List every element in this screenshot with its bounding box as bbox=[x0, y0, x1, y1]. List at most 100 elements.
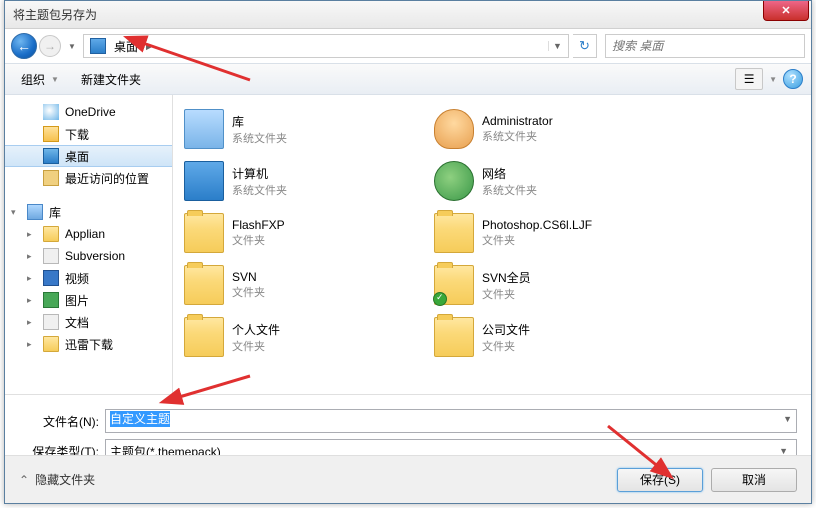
sidebar-item-desk[interactable]: 桌面 bbox=[5, 145, 172, 167]
expand-icon[interactable]: ▸ bbox=[27, 339, 32, 350]
file-item[interactable]: 库系统文件夹 bbox=[177, 103, 427, 155]
view-mode-button[interactable]: ☰ bbox=[735, 68, 763, 90]
nav-row: ← → ▼ 桌面 ▶ ▼ ↻ bbox=[5, 29, 811, 63]
file-subtitle: 文件夹 bbox=[482, 338, 530, 354]
history-dropdown-icon[interactable]: ▼ bbox=[65, 35, 79, 57]
lib-icon bbox=[184, 109, 224, 149]
file-item[interactable]: 网络系统文件夹 bbox=[427, 155, 677, 207]
body: OneDrive下载桌面最近访问的位置 ▾ 库 ▸Applian▸Subvers… bbox=[5, 95, 811, 395]
desk-icon bbox=[43, 148, 59, 164]
sidebar-item-label: OneDrive bbox=[65, 105, 116, 119]
filename-label: 文件名(N): bbox=[19, 413, 99, 430]
file-name: Administrator bbox=[482, 114, 553, 128]
sidebar-item-library[interactable]: ▸视频 bbox=[5, 267, 172, 289]
file-item[interactable]: 计算机系统文件夹 bbox=[177, 155, 427, 207]
filename-input[interactable]: 自定义主题 ▼ bbox=[105, 409, 797, 433]
refresh-button[interactable]: ↻ bbox=[573, 34, 597, 58]
file-item[interactable]: SVN全员文件夹 bbox=[427, 259, 677, 311]
file-list[interactable]: 库系统文件夹Administrator系统文件夹计算机系统文件夹网络系统文件夹F… bbox=[173, 95, 811, 394]
titlebar[interactable]: 将主题包另存为 bbox=[5, 1, 811, 29]
new-folder-button[interactable]: 新建文件夹 bbox=[73, 68, 149, 91]
chevron-right-icon[interactable]: ▶ bbox=[142, 41, 157, 52]
comp-icon bbox=[184, 161, 224, 201]
sidebar-item-label: 迅雷下载 bbox=[65, 336, 113, 353]
file-name: 公司文件 bbox=[482, 321, 530, 338]
sidebar-item-label: 图片 bbox=[65, 292, 89, 309]
sidebar-item-library[interactable]: ▸ 图片 bbox=[5, 289, 172, 311]
organize-button[interactable]: 组织 ▼ bbox=[13, 68, 69, 91]
chevron-down-icon[interactable]: ▼ bbox=[767, 75, 779, 84]
file-subtitle: 系统文件夹 bbox=[232, 182, 287, 198]
help-button[interactable]: ? bbox=[783, 69, 803, 89]
hide-folders-toggle[interactable]: ⌃ 隐藏文件夹 bbox=[19, 471, 95, 488]
save-dialog: 将主题包另存为 ← → ▼ 桌面 ▶ ▼ ↻ 组织 ▼ 新建文件夹 ☰ ▼ ? bbox=[4, 0, 812, 504]
file-subtitle: 文件夹 bbox=[482, 286, 531, 302]
chevron-down-icon[interactable]: ▼ bbox=[783, 414, 792, 424]
sidebar-item-cloud[interactable]: OneDrive bbox=[5, 101, 172, 123]
folder-icon bbox=[434, 317, 474, 357]
doc-icon bbox=[43, 248, 59, 264]
file-name: SVN全员 bbox=[482, 269, 531, 286]
file-name: 个人文件 bbox=[232, 321, 280, 338]
expand-icon[interactable]: ▸ bbox=[27, 317, 32, 328]
file-subtitle: 文件夹 bbox=[232, 284, 265, 300]
folder-icon bbox=[43, 226, 59, 242]
view-icon: ☰ bbox=[744, 72, 755, 86]
file-item[interactable]: FlashFXP文件夹 bbox=[177, 207, 427, 259]
breadcrumb-dropdown-icon[interactable]: ▼ bbox=[548, 41, 566, 51]
net-icon bbox=[434, 161, 474, 201]
user-icon bbox=[434, 109, 474, 149]
file-subtitle: 系统文件夹 bbox=[232, 130, 287, 146]
collapse-icon[interactable]: ▾ bbox=[11, 207, 16, 218]
cancel-button[interactable]: 取消 bbox=[711, 468, 797, 492]
file-subtitle: 文件夹 bbox=[232, 338, 280, 354]
close-button[interactable] bbox=[763, 1, 809, 21]
expand-icon[interactable]: ▸ bbox=[27, 295, 32, 306]
sidebar-item-label: Subversion bbox=[65, 249, 125, 263]
expand-icon[interactable]: ▸ bbox=[27, 273, 32, 284]
sidebar-item-label: 文档 bbox=[65, 314, 89, 331]
library-icon bbox=[27, 204, 43, 220]
sidebar-item-label: 库 bbox=[49, 204, 61, 221]
save-button[interactable]: 保存(S) bbox=[617, 468, 703, 492]
sidebar-item-library[interactable]: ▸Applian bbox=[5, 223, 172, 245]
file-item[interactable]: SVN文件夹 bbox=[177, 259, 427, 311]
pic-icon bbox=[43, 292, 59, 308]
file-name: 计算机 bbox=[232, 165, 287, 182]
file-subtitle: 系统文件夹 bbox=[482, 182, 537, 198]
file-item[interactable]: Photoshop.CS6l.LJF文件夹 bbox=[427, 207, 677, 259]
sidebar: OneDrive下载桌面最近访问的位置 ▾ 库 ▸Applian▸Subvers… bbox=[5, 95, 173, 394]
window-title: 将主题包另存为 bbox=[13, 6, 97, 23]
file-name: FlashFXP bbox=[232, 218, 285, 232]
file-name: 库 bbox=[232, 113, 287, 130]
vid-icon bbox=[43, 270, 59, 286]
check-badge-icon bbox=[433, 292, 447, 306]
file-item[interactable]: Administrator系统文件夹 bbox=[427, 103, 677, 155]
file-item[interactable]: 公司文件文件夹 bbox=[427, 311, 677, 363]
sidebar-item-library[interactable]: ▸ 迅雷下载 bbox=[5, 333, 172, 355]
breadcrumb[interactable]: 桌面 ▶ ▼ bbox=[83, 34, 569, 58]
expand-icon[interactable]: ▸ bbox=[27, 251, 32, 262]
expand-icon[interactable]: ▸ bbox=[27, 229, 32, 240]
forward-button[interactable]: → bbox=[39, 35, 61, 57]
file-item[interactable]: 个人文件文件夹 bbox=[177, 311, 427, 363]
cloud-icon bbox=[43, 104, 59, 120]
toolbar: 组织 ▼ 新建文件夹 ☰ ▼ ? bbox=[5, 63, 811, 95]
footer: ⌃ 隐藏文件夹 保存(S) 取消 bbox=[5, 455, 811, 503]
sidebar-item-label: 下载 bbox=[65, 126, 89, 143]
back-button[interactable]: ← bbox=[11, 33, 37, 59]
file-subtitle: 系统文件夹 bbox=[482, 128, 553, 144]
file-subtitle: 文件夹 bbox=[482, 232, 592, 248]
file-subtitle: 文件夹 bbox=[232, 232, 285, 248]
sidebar-item-library[interactable]: ▸ 文档 bbox=[5, 311, 172, 333]
search-input[interactable] bbox=[605, 34, 805, 58]
sidebar-item-label: 最近访问的位置 bbox=[65, 170, 149, 187]
sidebar-item-down[interactable]: 下载 bbox=[5, 123, 172, 145]
down-icon bbox=[43, 126, 59, 142]
breadcrumb-text: 桌面 bbox=[110, 38, 142, 55]
sidebar-libraries-root[interactable]: ▾ 库 bbox=[5, 201, 172, 223]
sidebar-item-recent[interactable]: 最近访问的位置 bbox=[5, 167, 172, 189]
folder-icon bbox=[434, 265, 474, 305]
sidebar-item-library[interactable]: ▸ Subversion bbox=[5, 245, 172, 267]
file-name: Photoshop.CS6l.LJF bbox=[482, 218, 592, 232]
